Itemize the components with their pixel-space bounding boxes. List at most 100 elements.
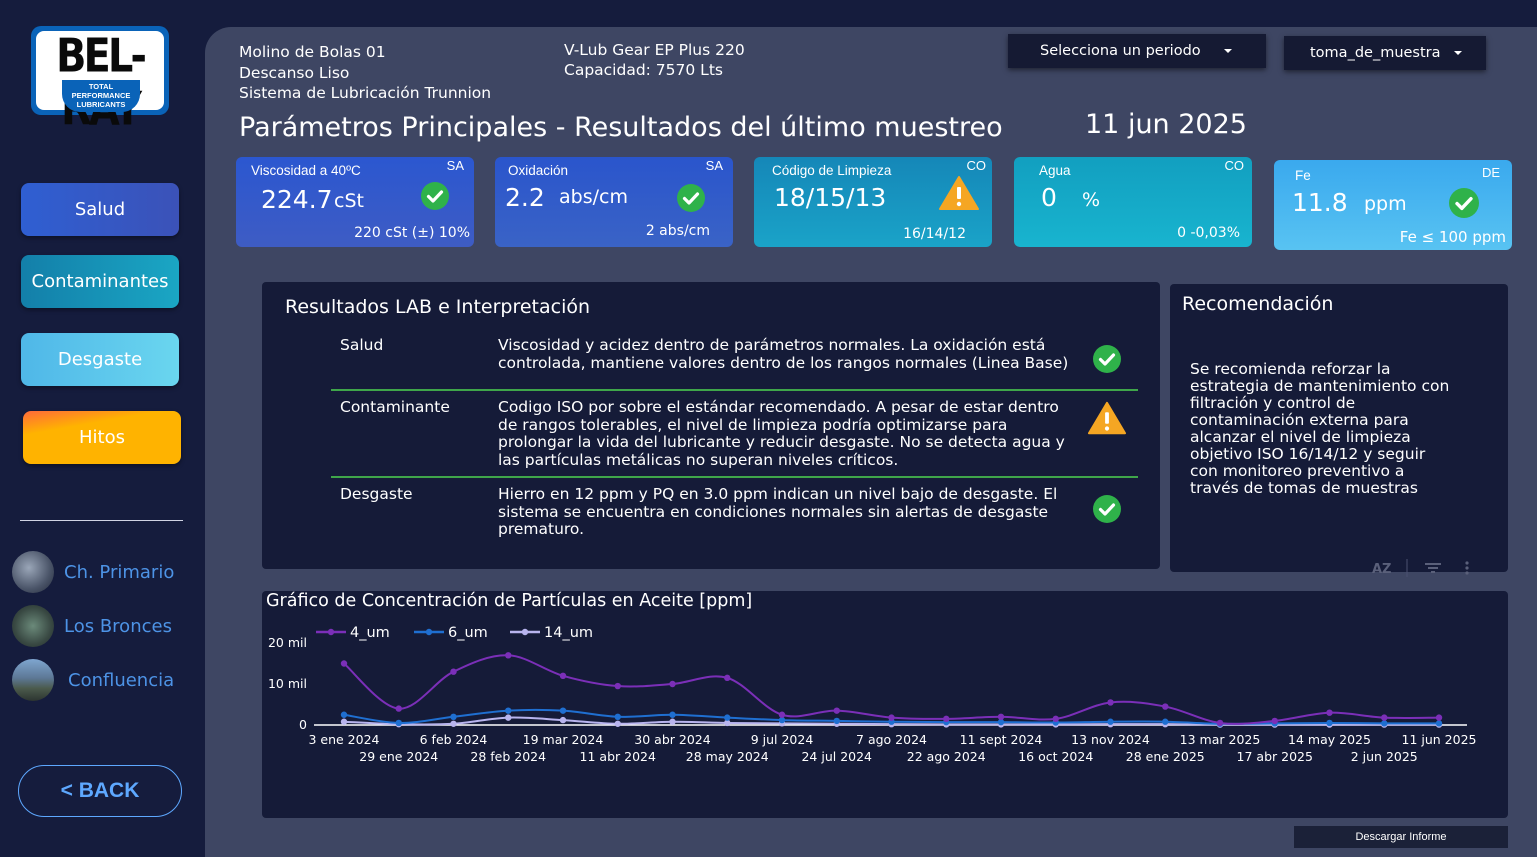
nav-contaminantes-button[interactable]: Contaminantes xyxy=(21,255,179,308)
warning-icon xyxy=(939,176,979,210)
component-name: Descanso Liso xyxy=(239,63,350,82)
data-point-6_um xyxy=(1162,718,1169,725)
period-select-value: Selecciona un periodo xyxy=(1040,43,1201,59)
data-point-4_um xyxy=(340,660,348,667)
row-divider xyxy=(331,476,1138,478)
x-tick-label: 28 feb 2024 xyxy=(470,749,546,764)
data-point-4_um xyxy=(614,682,621,690)
kpi-value: 224.7 xyxy=(261,185,333,214)
kpi-label: Viscosidad a 40ºC xyxy=(251,163,361,178)
x-tick-label: 30 abr 2024 xyxy=(634,732,710,747)
kpi-tag: CO xyxy=(1224,158,1245,173)
x-tick-label: 19 mar 2024 xyxy=(523,732,604,747)
data-point-6_um xyxy=(395,719,402,727)
data-point-14_um xyxy=(450,720,457,727)
legend-label-14_um: 14_um xyxy=(544,625,593,641)
download-report-button[interactable]: Descargar Informe xyxy=(1294,826,1508,848)
kpi-value: 2.2 xyxy=(505,183,545,212)
lab-row-label: Contaminante xyxy=(340,398,450,416)
check-icon xyxy=(1093,495,1121,523)
kpi-card-agua: Agua CO 0 % 0 -0,03% xyxy=(1014,157,1252,247)
legend-marker-14_um xyxy=(521,628,529,636)
kpi-value: 18/15/13 xyxy=(774,183,887,212)
legend-marker-4_um xyxy=(327,628,335,636)
y-tick-label: 10 mil xyxy=(268,676,307,691)
x-tick-label: 7 ago 2024 xyxy=(856,732,927,747)
data-point-6_um xyxy=(1326,719,1333,727)
kpi-unit: abs/cm xyxy=(559,186,628,208)
data-point-6_um xyxy=(724,714,731,721)
data-point-4_um xyxy=(1052,715,1059,723)
kpi-label: Agua xyxy=(1039,163,1071,178)
kpi-card-codigo-limpieza: Código de Limpieza CO 18/15/13 16/14/12 xyxy=(754,157,992,247)
sort-az-icon[interactable]: AZ xyxy=(1372,562,1392,577)
product-info: V-Lub Gear EP Plus 220 Capacidad: 7570 L… xyxy=(564,40,745,80)
data-point-4_um xyxy=(1435,714,1443,721)
lab-row-label: Desgaste xyxy=(340,485,413,503)
check-icon xyxy=(1449,188,1479,218)
site-label: Confluencia xyxy=(68,669,175,691)
x-tick-label: 16 oct 2024 xyxy=(1018,749,1093,764)
kpi-tag: CO xyxy=(966,158,987,173)
sample-select[interactable]: toma_de_muestra xyxy=(1284,36,1486,70)
data-point-6_um xyxy=(450,713,457,720)
period-select[interactable]: Selecciona un periodo xyxy=(1008,34,1266,68)
kpi-label: Oxidación xyxy=(508,163,569,178)
svg-text:AZ: AZ xyxy=(1372,562,1392,577)
data-point-6_um xyxy=(614,713,621,720)
kpi-value: 11.8 xyxy=(1292,188,1348,217)
equipment-name: Molino de Bolas 01 xyxy=(239,43,386,61)
site-label: Los Bronces xyxy=(64,615,172,637)
kpi-reference: 2 abs/cm xyxy=(645,223,710,239)
sample-select-value: toma_de_muestra xyxy=(1310,45,1441,61)
legend-marker-6_um xyxy=(425,628,433,636)
x-tick-label: 14 may 2025 xyxy=(1288,732,1371,747)
equipment-info: Molino de Bolas 01 Descanso Liso Sistema… xyxy=(239,42,491,104)
site-link-confluencia[interactable]: Confluencia xyxy=(12,659,192,701)
data-point-6_um xyxy=(1107,718,1114,725)
data-point-4_um xyxy=(943,715,950,723)
x-tick-label: 17 abr 2025 xyxy=(1237,749,1313,764)
kpi-unit: ppm xyxy=(1364,193,1407,215)
kpi-reference: 16/14/12 xyxy=(903,226,966,242)
sample-date: 11 jun 2025 xyxy=(1085,109,1247,140)
data-point-4_um xyxy=(1381,714,1388,721)
lab-row-text: Codigo ISO por sobre el estándar recomen… xyxy=(498,398,1065,469)
lab-row-label: Salud xyxy=(340,336,384,354)
x-tick-label: 9 jul 2024 xyxy=(751,732,814,747)
site-link-los-bronces[interactable]: Los Bronces xyxy=(12,605,192,647)
x-tick-label: 13 mar 2025 xyxy=(1180,732,1261,747)
lab-row-text: Viscosidad y acidez dentro de parámetros… xyxy=(498,336,1069,372)
data-point-6_um xyxy=(559,707,567,714)
nav-desgaste-button[interactable]: Desgaste xyxy=(21,333,179,386)
data-point-4_um xyxy=(724,674,731,682)
more-icon[interactable] xyxy=(1465,561,1469,575)
site-link-ch-primario[interactable]: Ch. Primario xyxy=(12,551,192,593)
table-toolbar: AZ xyxy=(1372,559,1469,577)
x-tick-label: 24 jul 2024 xyxy=(801,749,872,764)
data-point-4_um xyxy=(505,652,512,659)
data-point-4_um xyxy=(1216,719,1224,727)
back-button[interactable]: < BACK xyxy=(18,765,182,817)
data-point-14_um xyxy=(340,718,348,725)
product-name: V-Lub Gear EP Plus 220 xyxy=(564,41,745,59)
kpi-tag: SA xyxy=(705,158,723,173)
chevron-down-icon xyxy=(1224,49,1232,53)
filter-icon[interactable] xyxy=(1425,563,1441,573)
row-divider xyxy=(331,389,1138,391)
particle-line-chart: 0 10 mil 20 mil 3 ene 2024 29 ene 2024 6 feb … xyxy=(268,625,1477,764)
x-tick-label: 28 ene 2025 xyxy=(1126,749,1205,764)
capacity: Capacidad: 7570 Lts xyxy=(564,61,723,79)
chart-title: Gráfico de Concentración de Partículas e… xyxy=(266,591,753,611)
data-point-6_um xyxy=(669,711,676,718)
site-label: Ch. Primario xyxy=(64,561,175,583)
kpi-tag: DE xyxy=(1481,165,1500,180)
x-tick-label: 11 jun 2025 xyxy=(1402,732,1477,747)
data-point-4_um xyxy=(833,707,840,714)
data-point-4_um xyxy=(1107,699,1114,706)
data-point-14_um xyxy=(669,718,676,725)
page-title: Parámetros Principales - Resultados del … xyxy=(239,112,1003,143)
nav-hitos-button[interactable]: Hitos xyxy=(23,411,181,464)
data-point-4_um xyxy=(888,714,895,721)
nav-salud-button[interactable]: Salud xyxy=(21,183,179,236)
